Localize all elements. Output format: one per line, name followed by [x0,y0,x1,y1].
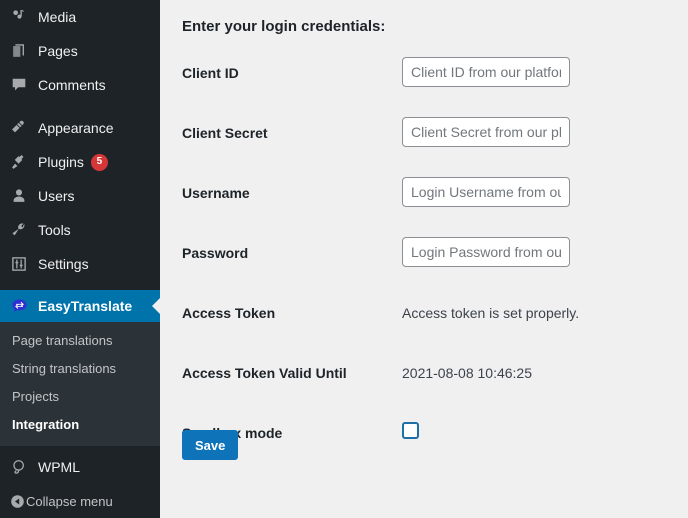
username-control [402,177,570,207]
sidebar-bottom-section: WPML Collapse menu [0,450,160,518]
admin-sidebar: Media Pages Comments Appearance Plugins … [0,0,160,518]
form-row-client-id: Client ID [160,46,688,106]
sidebar-item-appearance[interactable]: Appearance [0,111,160,145]
submenu-item-string-translations[interactable]: String translations [0,355,160,383]
tools-wrench-icon [9,220,29,240]
sidebar-separator [0,102,160,111]
password-control [402,237,570,267]
sidebar-item-label: Media [38,9,77,25]
sidebar-item-tools[interactable]: Tools [0,213,160,247]
form-row-sandbox-mode: Sandbox mode [160,406,688,466]
sidebar-item-label: Comments [38,77,106,93]
client-id-control [402,57,570,87]
client-id-input[interactable] [402,57,570,87]
client-secret-input[interactable] [402,117,570,147]
sidebar-item-label: Appearance [38,120,114,136]
sidebar-item-label: Plugins [38,154,84,170]
sidebar-item-media[interactable]: Media [0,0,160,34]
form-row-password: Password [160,226,688,286]
username-label: Username [182,185,250,201]
integration-settings-page: Enter your login credentials: Client ID … [160,0,688,518]
sidebar-item-easytranslate[interactable]: EasyTranslate [0,290,160,322]
media-icon [9,7,29,27]
wpml-icon [9,457,29,477]
pages-icon [9,41,29,61]
password-label: Password [182,245,249,261]
client-secret-label: Client Secret [182,125,268,141]
password-input[interactable] [402,237,570,267]
sidebar-item-settings[interactable]: Settings [0,247,160,281]
collapse-menu-button[interactable]: Collapse menu [0,484,160,518]
easytranslate-bubble-icon [9,296,29,316]
form-row-username: Username [160,166,688,226]
access-token-status: Access token is set properly. [402,305,580,321]
sidebar-item-label: Users [38,188,75,204]
sidebar-item-label: EasyTranslate [38,298,133,314]
login-credentials-form: Client ID Client Secret Username Passwor… [160,46,688,466]
sidebar-item-label: WPML [38,459,80,475]
easytranslate-submenu: Page translations String translations Pr… [0,322,160,446]
collapse-arrow-icon [9,493,26,510]
plugins-plug-icon [9,152,29,172]
sidebar-item-pages[interactable]: Pages [0,34,160,68]
form-row-client-secret: Client Secret [160,106,688,166]
save-button[interactable]: Save [182,430,239,460]
collapse-menu-label: Collapse menu [26,493,113,509]
sidebar-item-label: Settings [38,256,89,272]
sidebar-item-wpml[interactable]: WPML [0,450,160,484]
sidebar-item-users[interactable]: Users [0,179,160,213]
appearance-brush-icon [9,118,29,138]
wordpress-admin-screen: Media Pages Comments Appearance Plugins … [0,0,688,518]
sandbox-mode-checkbox[interactable] [402,422,419,439]
submenu-item-integration[interactable]: Integration [0,411,160,439]
sidebar-item-label: Tools [38,222,71,238]
access-token-label: Access Token [182,305,276,321]
sidebar-item-label: Pages [38,43,78,59]
submenu-item-page-translations[interactable]: Page translations [0,327,160,355]
access-token-valid-until-value: 2021-08-08 10:46:25 [402,365,532,381]
users-icon [9,186,29,206]
access-token-valid-until-label: Access Token Valid Until [182,365,347,381]
form-row-access-token-valid-until: Access Token Valid Until 2021-08-08 10:4… [160,346,688,406]
sidebar-item-comments[interactable]: Comments [0,68,160,102]
plugins-update-badge: 5 [90,153,108,171]
form-row-access-token: Access Token Access token is set properl… [160,286,688,346]
page-title: Enter your login credentials: [182,18,386,36]
client-id-label: Client ID [182,65,239,81]
current-menu-arrow-icon [152,298,160,314]
submenu-item-projects[interactable]: Projects [0,383,160,411]
sidebar-separator [0,281,160,290]
sandbox-mode-control [402,417,419,439]
settings-sliders-icon [9,254,29,274]
username-input[interactable] [402,177,570,207]
comments-icon [9,75,29,95]
client-secret-control [402,117,570,147]
sidebar-item-plugins[interactable]: Plugins 5 [0,145,160,179]
